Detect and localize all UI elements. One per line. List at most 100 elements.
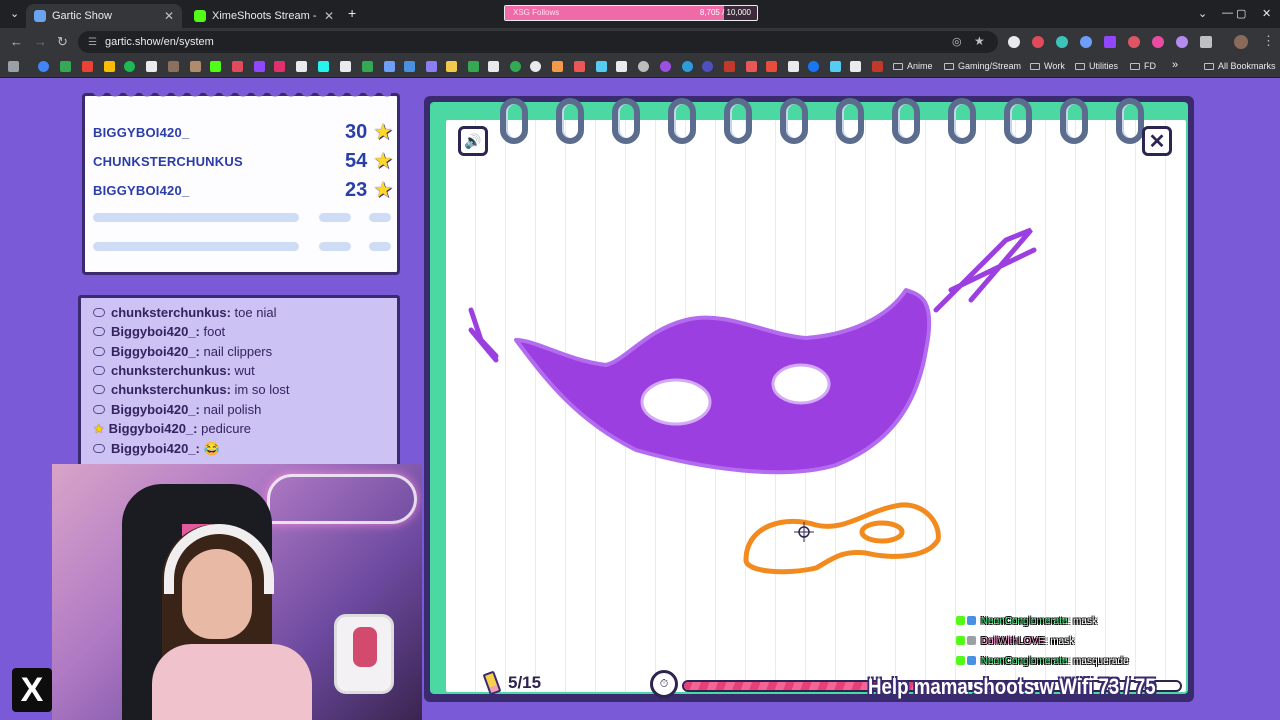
folder-icon: [1030, 63, 1040, 70]
overlay-message: : mask: [1044, 636, 1075, 647]
tab-gartic-show[interactable]: Gartic Show ✕: [26, 4, 182, 28]
bookmark-icon[interactable]: [426, 61, 437, 72]
bookmark-icon[interactable]: [488, 61, 499, 72]
back-icon[interactable]: ←: [10, 34, 23, 49]
browser-menu-icon[interactable]: ⋮: [1262, 33, 1275, 49]
bookmark-folder-utilities[interactable]: Utilities: [1075, 61, 1118, 71]
bookmark-icon[interactable]: [872, 61, 883, 72]
bookmark-icon[interactable]: [232, 61, 243, 72]
bookmark-icon[interactable]: [60, 61, 71, 72]
twitch-bookmark-icon[interactable]: [254, 61, 265, 72]
extension-icon[interactable]: [1176, 36, 1188, 48]
close-tab-icon[interactable]: ✕: [164, 9, 174, 23]
bookmark-icon[interactable]: [530, 61, 541, 72]
bookmark-icon[interactable]: [574, 61, 585, 72]
tab-title: Gartic Show: [52, 10, 112, 22]
bookmark-icon[interactable]: [384, 61, 395, 72]
bookmark-icon[interactable]: [168, 61, 179, 72]
bookmark-icon[interactable]: [660, 61, 671, 72]
close-window-button[interactable]: ✕: [1262, 7, 1271, 20]
kick-bookmark-icon[interactable]: [210, 61, 221, 72]
bookmark-star-icon[interactable]: ★: [974, 34, 985, 48]
forward-icon[interactable]: →: [34, 34, 47, 49]
chat-text: foot: [203, 324, 226, 339]
more-bookmarks-chevron[interactable]: »: [1172, 59, 1178, 71]
site-info-icon[interactable]: ☰: [88, 37, 97, 48]
bookmark-icon[interactable]: [104, 61, 115, 72]
bookmark-folder-work[interactable]: Work: [1030, 61, 1065, 71]
bookmark-icon[interactable]: [746, 61, 757, 72]
bookmark-icon[interactable]: [616, 61, 627, 72]
bookmark-icon[interactable]: [362, 61, 373, 72]
bookmark-folder-fd[interactable]: FD: [1130, 61, 1156, 71]
extension-icon[interactable]: [1128, 36, 1140, 48]
spotify-bookmark-icon[interactable]: [124, 61, 135, 72]
extension-icon[interactable]: [1152, 36, 1164, 48]
mask-eye-hole-right: [771, 363, 831, 405]
empty-player-slot: [319, 213, 351, 222]
bookmark-icon[interactable]: [724, 61, 735, 72]
drawing-svg[interactable]: [446, 120, 1186, 692]
bookmark-icon[interactable]: [830, 61, 841, 72]
x-bookmark-icon[interactable]: [146, 61, 157, 72]
tiktok-bookmark-icon[interactable]: [318, 61, 329, 72]
x-bookmark-icon[interactable]: [296, 61, 307, 72]
empty-player-slot: [319, 242, 351, 251]
kick-badge-icon: [956, 616, 965, 625]
tab-ximeshoots-stream[interactable]: XimeShoots Stream - Watch Live ✕: [186, 4, 342, 28]
sound-toggle-button[interactable]: 🔊: [458, 126, 488, 156]
overlay-username: DollWithLOVE: [980, 636, 1045, 647]
extension-icon[interactable]: [1056, 36, 1068, 48]
reload-icon[interactable]: ↻: [57, 34, 68, 50]
all-bookmarks-folder[interactable]: All Bookmarks: [1204, 61, 1276, 71]
google-bookmark-icon[interactable]: [38, 61, 49, 72]
bookmark-icon[interactable]: [446, 61, 457, 72]
extension-icon[interactable]: [1032, 36, 1044, 48]
bookmark-icon[interactable]: [682, 61, 693, 72]
star-icon: ★: [93, 421, 105, 436]
bookmark-icon[interactable]: [404, 61, 415, 72]
tracking-off-icon[interactable]: ◎: [952, 35, 962, 48]
drawing-canvas[interactable]: 5/15 ⏱: [446, 120, 1186, 698]
player-score: 30: [345, 120, 368, 143]
bookmark-icon[interactable]: [552, 61, 563, 72]
profile-avatar[interactable]: [1234, 35, 1248, 49]
minimize-button[interactable]: —: [1222, 7, 1233, 19]
bookmark-icon[interactable]: [340, 61, 351, 72]
chat-text: pedicure: [201, 421, 252, 436]
extension-icon[interactable]: [1008, 36, 1020, 48]
youtube-bookmark-icon[interactable]: [766, 61, 777, 72]
guess-chat-panel[interactable]: chunksterchunkus: toe nial Biggyboi420_:…: [78, 295, 400, 470]
new-tab-button[interactable]: +: [348, 5, 356, 21]
window-menu-icon[interactable]: ⌄: [1198, 7, 1207, 20]
maximize-button[interactable]: ▢: [1236, 7, 1246, 20]
chat-username: chunksterchunkus:: [111, 305, 231, 320]
empty-player-slot: [93, 242, 299, 251]
scoreboard-row: CHUNKSTERCHUNKUS 54 ★: [93, 148, 393, 173]
bookmark-icon[interactable]: [190, 61, 201, 72]
close-tab-icon[interactable]: ✕: [324, 9, 334, 23]
bookmark-folder-anime[interactable]: Anime: [893, 61, 933, 71]
facebook-bookmark-icon[interactable]: [808, 61, 819, 72]
close-game-button[interactable]: ✕: [1142, 126, 1172, 156]
bookmark-icon[interactable]: [788, 61, 799, 72]
bookmark-icon[interactable]: [850, 61, 861, 72]
twitch-extension-icon[interactable]: [1104, 36, 1116, 48]
browser-toolbar: ← → ↻ ☰ gartic.show/en/system ◎ ★ ⋮: [0, 28, 1280, 56]
bookmark-folder-gaming-stream[interactable]: Gaming/Stream: [944, 61, 1021, 71]
bookmark-icon[interactable]: [510, 61, 521, 72]
bookmark-icon[interactable]: [596, 61, 607, 72]
folder-icon: [1075, 63, 1085, 70]
extensions-puzzle-icon[interactable]: [1200, 36, 1212, 48]
bookmark-icon[interactable]: [702, 61, 713, 72]
apps-grid-icon[interactable]: [8, 61, 19, 72]
gmail-bookmark-icon[interactable]: [82, 61, 93, 72]
bookmark-icon[interactable]: [638, 61, 649, 72]
chat-bubble-icon: [93, 385, 105, 394]
address-bar[interactable]: ☰ gartic.show/en/system: [78, 31, 998, 53]
tab-search-icon[interactable]: ⌄: [10, 7, 19, 20]
bookmark-icon[interactable]: [468, 61, 479, 72]
instagram-bookmark-icon[interactable]: [274, 61, 285, 72]
browser-tab-bar: ⌄ Gartic Show ✕ XimeShoots Stream - Watc…: [0, 0, 1280, 28]
extension-icon[interactable]: [1080, 36, 1092, 48]
